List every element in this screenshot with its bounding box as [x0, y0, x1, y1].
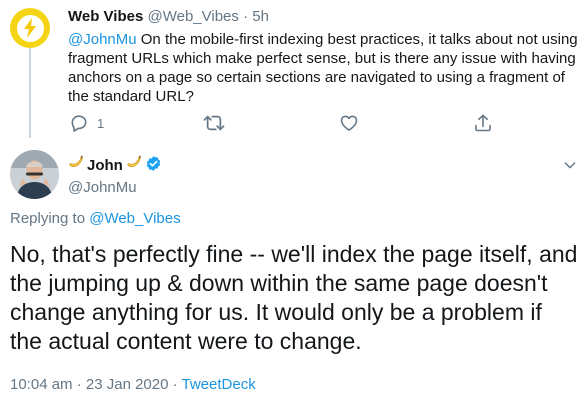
author-handle[interactable]: @JohnMu — [68, 178, 162, 198]
banana-icon — [68, 155, 84, 175]
main-tweet-text: No, that's perfectly fine -- we'll index… — [10, 241, 578, 354]
reply-icon — [69, 113, 89, 133]
replying-to-link[interactable]: @Web_Vibes — [89, 210, 180, 227]
parent-tweet-actions: 1 — [68, 113, 508, 133]
author-name-line: John — [68, 155, 162, 175]
replying-to-label: Replying to — [10, 210, 90, 227]
retweet-button[interactable] — [203, 113, 225, 133]
verified-icon — [145, 155, 162, 176]
author-display-name[interactable]: John — [87, 157, 123, 174]
tweet-meta: 10:04 am · 23 Jan 2020 · TweetDeck — [10, 376, 256, 393]
tweet-page: Web Vibes @Web_Vibes · 5h @JohnMu On the… — [0, 0, 587, 403]
author-avatar[interactable] — [10, 150, 59, 199]
parent-tweet-body-text: On the mobile-first indexing best practi… — [68, 31, 578, 105]
tweet-timestamp[interactable]: 10:04 am · 23 Jan 2020 · — [10, 376, 182, 393]
parent-mention-link[interactable]: @JohnMu — [68, 31, 137, 48]
parent-time[interactable]: 5h — [252, 8, 269, 25]
thread-line — [29, 48, 31, 138]
parent-tweet-text: @JohnMu On the mobile-first indexing bes… — [68, 30, 578, 106]
header-separator: · — [243, 8, 249, 25]
like-icon — [339, 113, 359, 133]
lightning-icon — [16, 14, 44, 42]
parent-tweet-body: Web Vibes @Web_Vibes · 5h @JohnMu On the… — [68, 7, 578, 106]
share-button[interactable] — [473, 113, 493, 133]
parent-display-name[interactable]: Web Vibes — [68, 8, 143, 25]
like-button[interactable] — [339, 113, 359, 133]
reply-count: 1 — [97, 115, 105, 131]
author-info[interactable]: John @JohnMu — [68, 155, 162, 198]
reply-button[interactable]: 1 — [69, 113, 104, 133]
parent-tweet[interactable]: Web Vibes @Web_Vibes · 5h @JohnMu On the… — [0, 0, 587, 140]
tweet-source-link[interactable]: TweetDeck — [182, 376, 256, 393]
banana-icon — [126, 155, 142, 175]
parent-tweet-header: Web Vibes @Web_Vibes · 5h — [68, 7, 578, 27]
parent-handle[interactable]: @Web_Vibes — [147, 8, 238, 25]
share-icon — [473, 113, 493, 133]
chevron-down-icon[interactable] — [562, 157, 578, 178]
parent-avatar[interactable] — [10, 8, 50, 48]
retweet-icon — [203, 113, 225, 133]
replying-to: Replying to @Web_Vibes — [10, 210, 181, 227]
